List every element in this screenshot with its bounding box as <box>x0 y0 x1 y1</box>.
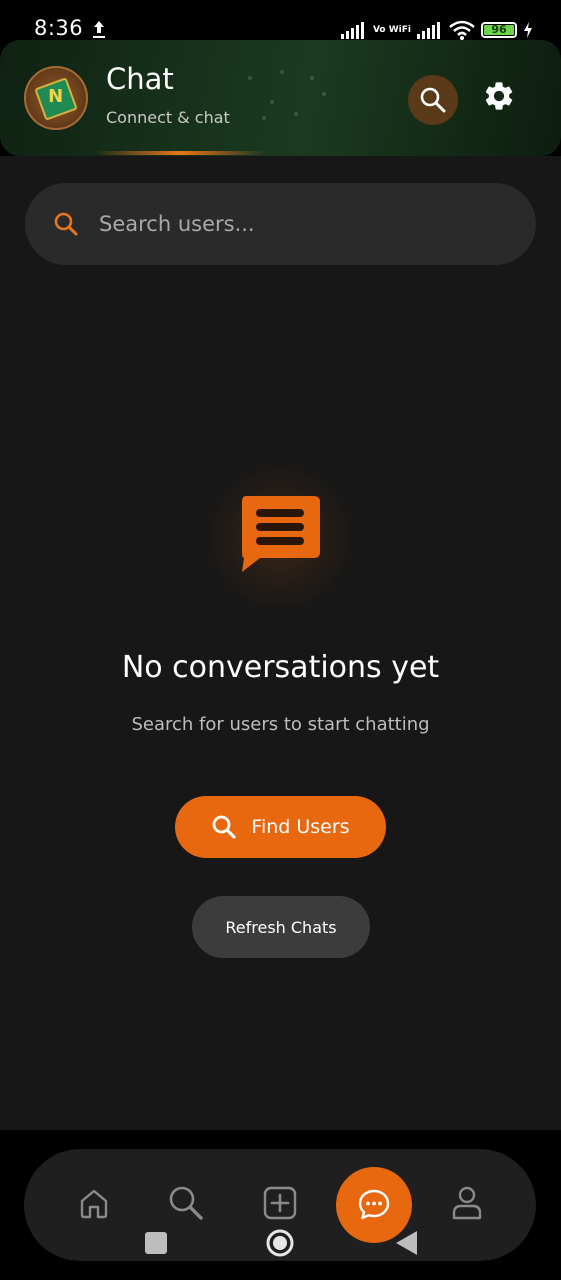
settings-button[interactable] <box>478 75 520 117</box>
logo-emblem: N <box>34 77 78 121</box>
recent-apps-icon[interactable] <box>141 1228 171 1258</box>
decor-dot <box>322 92 326 96</box>
find-users-button[interactable]: Find Users <box>175 796 386 858</box>
profile-icon <box>452 1186 482 1220</box>
battery-icon: 96 <box>481 22 517 38</box>
empty-state-subtitle: Search for users to start chatting <box>131 714 430 735</box>
find-users-label: Find Users <box>251 816 350 838</box>
home-button-icon[interactable] <box>265 1228 295 1258</box>
battery-level: 96 <box>491 23 507 36</box>
status-time: 8:36 <box>34 16 84 40</box>
search-icon <box>420 87 446 113</box>
page-subtitle: Connect & chat <box>106 108 230 127</box>
chat-bubble-icon <box>242 496 320 572</box>
decor-dot <box>248 76 252 80</box>
refresh-chats-button[interactable]: Refresh Chats <box>192 896 370 958</box>
decor-dot <box>280 70 284 74</box>
charging-icon <box>524 22 532 38</box>
decor-dot <box>262 116 266 120</box>
search-icon <box>169 1186 203 1220</box>
home-icon <box>80 1189 108 1219</box>
wifi-icon <box>449 20 475 40</box>
decor-dot <box>310 76 314 80</box>
refresh-chats-label: Refresh Chats <box>225 917 337 937</box>
vowifi-icon: Vo WiFi <box>372 24 411 35</box>
upload-icon <box>93 21 105 38</box>
app-header: N Chat Connect & chat <box>0 40 561 156</box>
empty-state-title: No conversations yet <box>121 650 440 685</box>
add-icon <box>263 1186 297 1220</box>
signal-icon <box>417 22 440 39</box>
nav-search[interactable] <box>166 1183 206 1223</box>
search-icon <box>213 815 237 839</box>
app-logo[interactable]: N <box>24 66 88 130</box>
nav-add[interactable] <box>260 1183 300 1223</box>
page-title: Chat <box>106 62 174 96</box>
search-input[interactable] <box>99 203 499 245</box>
main-content: No conversations yet Search for users to… <box>0 156 561 1130</box>
signal-icon <box>340 22 364 39</box>
nav-profile[interactable] <box>447 1183 487 1223</box>
search-icon <box>54 212 78 236</box>
back-icon[interactable] <box>392 1228 422 1258</box>
header-accent-line <box>95 151 265 155</box>
gear-icon <box>485 82 513 110</box>
decor-dot <box>270 100 274 104</box>
logo-letter: N <box>48 85 64 107</box>
header-search-button[interactable] <box>408 75 458 125</box>
decor-dot <box>294 112 298 116</box>
chat-icon <box>358 1189 390 1220</box>
nav-home[interactable] <box>74 1183 114 1223</box>
search-bar[interactable] <box>25 183 536 265</box>
